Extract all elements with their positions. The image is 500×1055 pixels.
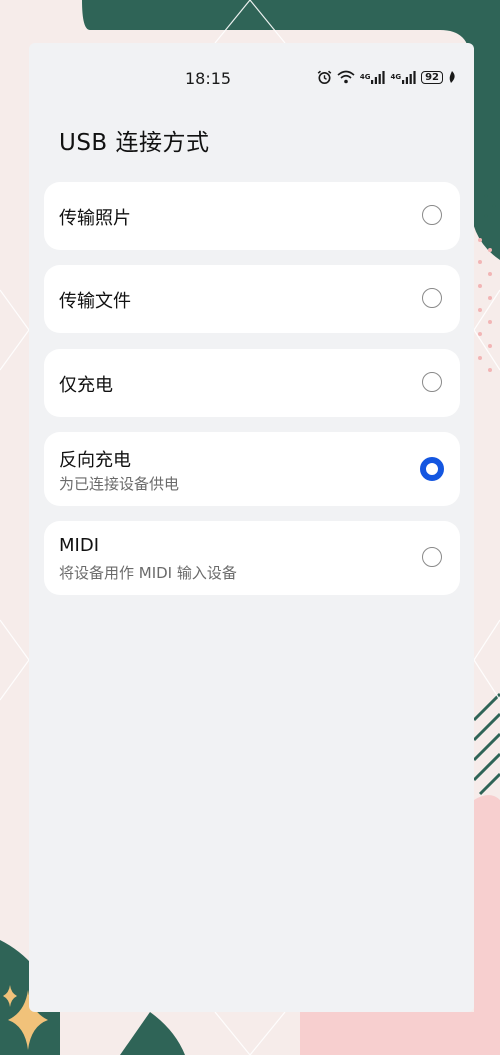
page-title: USB 连接方式 bbox=[59, 130, 210, 156]
status-icons: 4G 4G 92 bbox=[317, 67, 456, 87]
status-bar: 18:15 4G 4G 92 bbox=[29, 43, 474, 113]
radio-button[interactable] bbox=[422, 288, 442, 308]
wifi-icon bbox=[337, 70, 355, 84]
network-type-label: 4G bbox=[390, 72, 402, 81]
option-sublabel: 将设备用作 MIDI 输入设备 bbox=[59, 564, 237, 582]
option-transfer-photos[interactable]: 传输照片 bbox=[44, 182, 460, 250]
usb-connection-screen: 18:15 4G 4G 92 USB 连接方式 传输照片 传输文件 仅充电 反向… bbox=[29, 43, 474, 1012]
status-time: 18:15 bbox=[185, 69, 232, 88]
alarm-icon bbox=[317, 70, 332, 85]
option-label: 反向充电 bbox=[59, 450, 131, 471]
option-label: 仅充电 bbox=[59, 375, 113, 396]
signal-icon: 4G bbox=[359, 70, 386, 84]
signal-icon: 4G bbox=[390, 70, 416, 84]
option-midi[interactable]: MIDI 将设备用作 MIDI 输入设备 bbox=[44, 521, 460, 595]
radio-button-selected[interactable] bbox=[420, 457, 444, 481]
radio-button[interactable] bbox=[422, 372, 442, 392]
option-label: MIDI bbox=[59, 535, 100, 556]
battery-icon: 92 bbox=[421, 70, 443, 84]
option-reverse-charging[interactable]: 反向充电 为已连接设备供电 bbox=[44, 432, 460, 506]
radio-button[interactable] bbox=[422, 205, 442, 225]
leaf-icon bbox=[448, 71, 456, 83]
option-charge-only[interactable]: 仅充电 bbox=[44, 349, 460, 417]
option-label: 传输照片 bbox=[59, 208, 131, 229]
radio-button[interactable] bbox=[422, 547, 442, 567]
option-transfer-files[interactable]: 传输文件 bbox=[44, 265, 460, 333]
option-sublabel: 为已连接设备供电 bbox=[59, 475, 180, 493]
network-type-label: 4G bbox=[359, 72, 371, 81]
option-label: 传输文件 bbox=[59, 291, 131, 312]
